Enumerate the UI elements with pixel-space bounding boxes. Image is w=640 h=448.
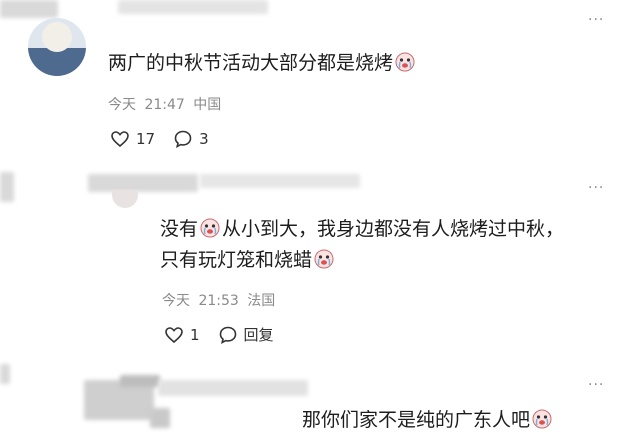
comment-location: 法国	[247, 293, 276, 309]
avatar[interactable]	[112, 190, 138, 208]
more-icon[interactable]: ···	[588, 180, 604, 196]
crying-emoji-icon	[395, 52, 415, 72]
reply-button[interactable]: 回复	[218, 324, 274, 345]
more-icon[interactable]: ···	[588, 377, 604, 393]
like-button[interactable]: 1	[164, 325, 200, 345]
like-button[interactable]: 17	[110, 129, 155, 149]
comment-meta: 今天 21:47 中国	[108, 94, 225, 114]
reply-button[interactable]: 3	[173, 129, 209, 149]
heart-icon	[164, 325, 184, 345]
avatar-redacted	[150, 408, 170, 428]
comment-text: 两广的中秋节活动大部分都是烧烤	[108, 52, 394, 74]
crying-emoji-icon	[200, 218, 220, 238]
comment-time: 21:47	[144, 97, 185, 113]
crying-emoji-icon	[314, 249, 334, 269]
comment-time: 21:53	[198, 293, 239, 309]
username-redacted	[158, 380, 308, 396]
username-redacted	[200, 174, 360, 188]
comment-text: 那你们家不是纯的广东人吧	[302, 409, 531, 431]
username-redacted	[118, 0, 268, 14]
reply-count: 3	[199, 130, 209, 148]
username-redacted	[0, 0, 58, 18]
heart-icon	[110, 129, 130, 149]
username-redacted	[88, 174, 198, 192]
comment-bubble-icon	[218, 325, 238, 345]
avatar[interactable]	[28, 18, 86, 76]
like-count: 17	[136, 130, 156, 148]
more-icon[interactable]: ···	[588, 12, 604, 28]
comment-bubble-icon	[173, 129, 193, 149]
like-count: 1	[190, 325, 200, 344]
username-redacted	[0, 364, 10, 384]
comment-text-prefix: 没有	[160, 218, 199, 240]
comment-meta: 今天 21:53 法国	[162, 290, 279, 310]
username-redacted	[120, 375, 160, 387]
reply-label: 回复	[243, 326, 274, 344]
comment-location: 中国	[193, 97, 222, 113]
comment-day: 今天	[162, 293, 190, 309]
comment-text-line2: 只有玩灯笼和烧蜡	[160, 249, 313, 271]
comment-text: 从小到大，我身边都没有人烧烤过中秋，	[222, 218, 565, 240]
comment-day: 今天	[108, 97, 136, 113]
username-redacted	[0, 172, 14, 202]
crying-emoji-icon	[532, 409, 552, 429]
